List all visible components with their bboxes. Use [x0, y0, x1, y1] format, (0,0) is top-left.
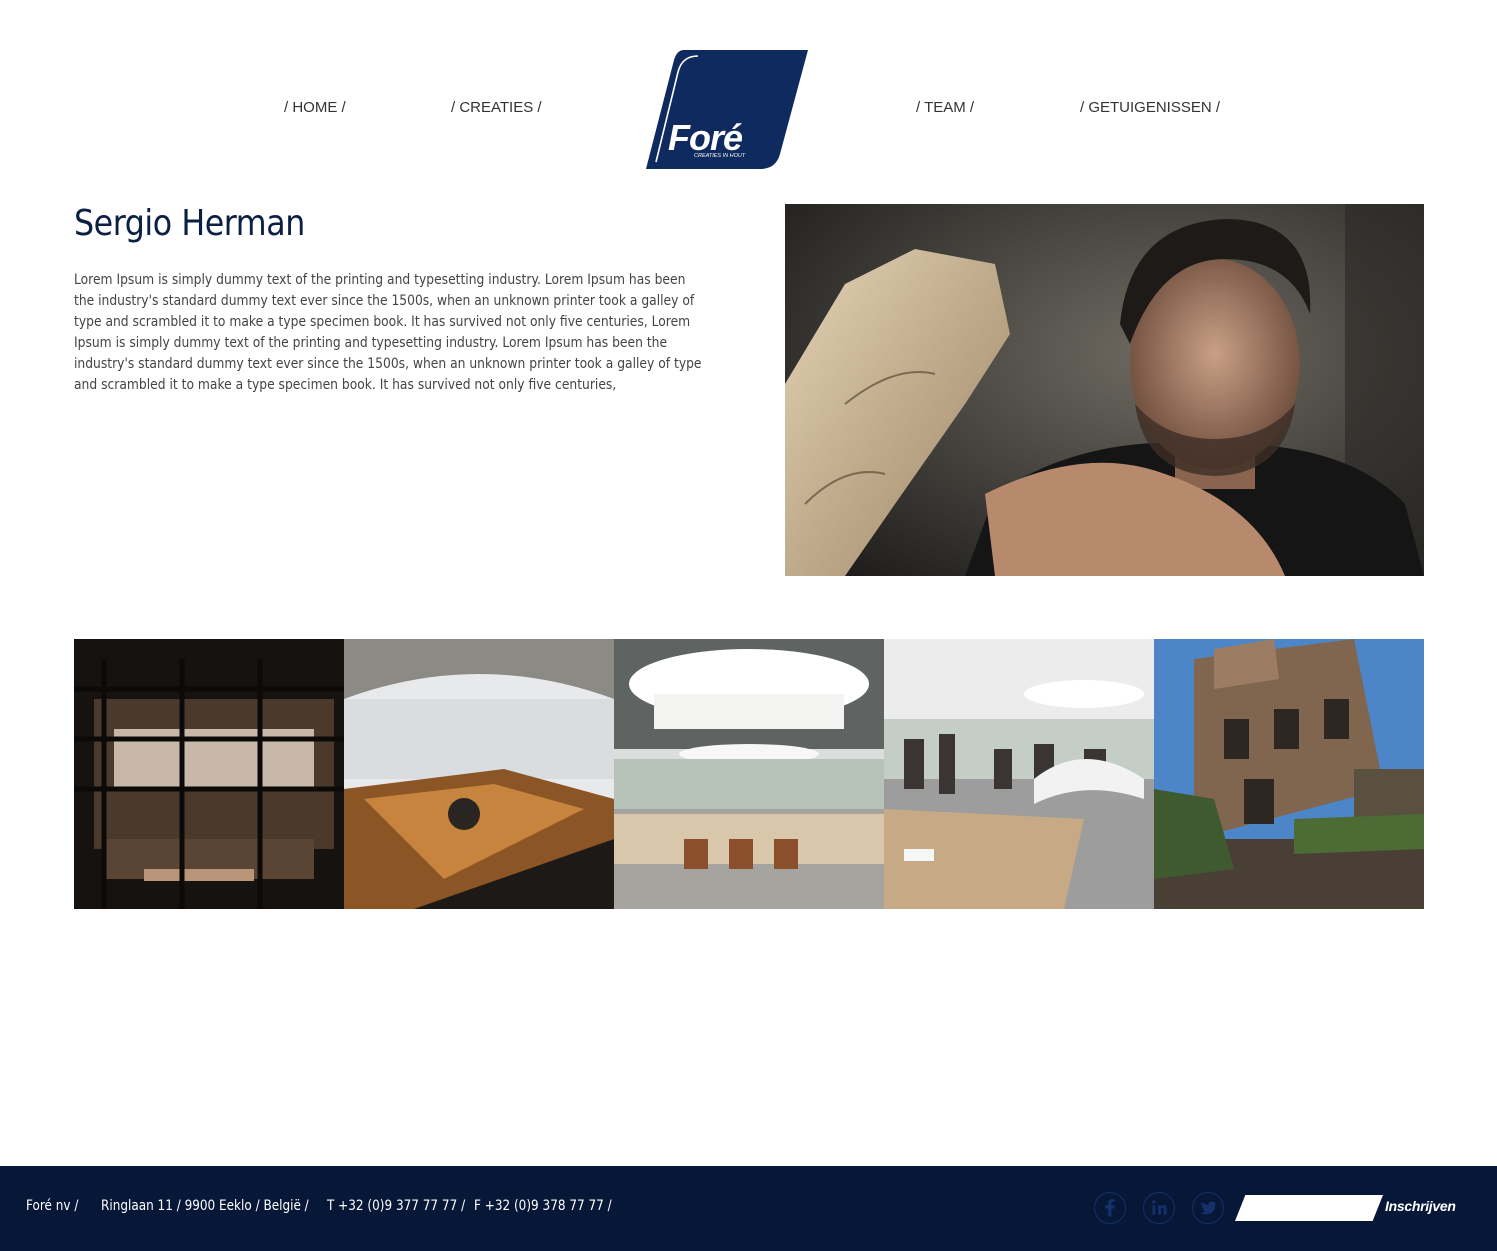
- nav-getuigenissen[interactable]: / GETUIGENISSEN /: [1080, 99, 1220, 116]
- logo-tagline: CREATIES IN HOUT: [694, 153, 746, 159]
- project-gallery: [74, 639, 1424, 909]
- footer-fax: F +32 (0)9 378 77 77 /: [474, 1198, 612, 1214]
- gallery-image-3[interactable]: [614, 639, 884, 909]
- footer-address: Ringlaan 11 / 9900 Eeklo / België /: [101, 1198, 309, 1214]
- gallery-image-2[interactable]: [344, 639, 614, 909]
- nav-team[interactable]: / TEAM /: [916, 99, 974, 116]
- gallery-image-4[interactable]: [884, 639, 1154, 909]
- fore-logo[interactable]: Foré CREATIES IN HOUT: [646, 50, 808, 169]
- footer-phone: T +32 (0)9 377 77 77 /: [327, 1198, 466, 1214]
- footer-company: Foré nv /: [26, 1198, 79, 1214]
- logo-brand: Foré: [668, 117, 743, 158]
- gallery-image-1[interactable]: [74, 639, 344, 909]
- facebook-icon[interactable]: [1094, 1192, 1126, 1224]
- portrait-photo: [785, 204, 1424, 576]
- page-title: Sergio Herman: [74, 203, 305, 244]
- signup-button[interactable]: Inschrijven: [1385, 1198, 1456, 1214]
- newsletter-email-input[interactable]: [1235, 1195, 1383, 1221]
- site-footer: Foré nv / Ringlaan 11 / 9900 Eeklo / Bel…: [0, 1166, 1497, 1251]
- twitter-icon[interactable]: [1192, 1192, 1224, 1224]
- nav-home[interactable]: / HOME /: [284, 99, 346, 116]
- nav-creaties[interactable]: / CREATIES /: [451, 99, 542, 116]
- intro-text: Lorem Ipsum is simply dummy text of the …: [74, 272, 702, 393]
- gallery-image-5[interactable]: [1154, 639, 1424, 909]
- linkedin-icon[interactable]: [1143, 1192, 1175, 1224]
